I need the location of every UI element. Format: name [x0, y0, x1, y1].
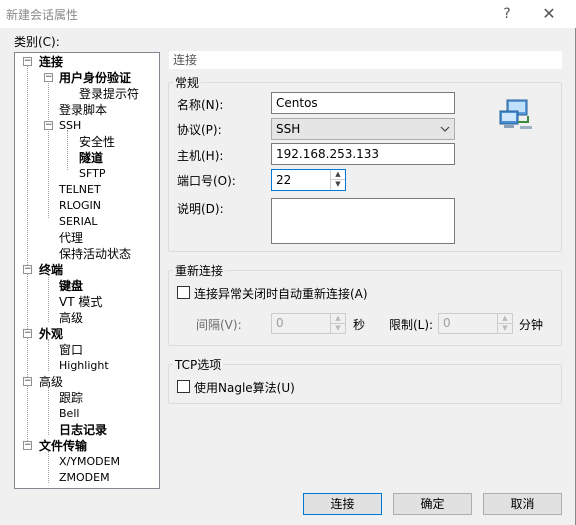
- tree-item-login-script[interactable]: 登录脚本: [59, 103, 107, 117]
- window-title: 新建会话属性: [6, 8, 79, 22]
- spin-down-icon[interactable]: ▼: [497, 323, 512, 333]
- tree-line: [48, 274, 49, 322]
- tree-line: [48, 387, 49, 435]
- tree-item-ssh[interactable]: SSH: [59, 119, 81, 133]
- network-computers-icon: [498, 98, 534, 132]
- port-stepper[interactable]: 22 ▲ ▼: [271, 169, 346, 191]
- expander-user-auth[interactable]: −: [44, 73, 53, 82]
- tree-item-keepalive[interactable]: 保持活动状态: [59, 247, 131, 261]
- panel-header: 连接: [169, 51, 562, 69]
- connect-button[interactable]: 连接: [303, 493, 382, 515]
- interval-label: 间隔(V):: [196, 318, 242, 332]
- tree-item-user-auth[interactable]: 用户身份验证: [59, 71, 131, 85]
- tree-item-advanced[interactable]: 高级: [59, 311, 83, 325]
- spin-up-icon[interactable]: ▲: [497, 314, 512, 324]
- port-spin-buttons: ▲ ▼: [330, 170, 345, 190]
- expander-advanced[interactable]: −: [23, 377, 32, 386]
- tree-item-telnet[interactable]: TELNET: [59, 183, 101, 197]
- limit-label: 限制(L):: [389, 318, 434, 332]
- cancel-button[interactable]: 取消: [483, 493, 562, 515]
- spin-up-icon[interactable]: ▲: [330, 170, 345, 180]
- tree-item-zmodem[interactable]: ZMODEM: [59, 471, 110, 485]
- protocol-select-value: SSH: [276, 122, 301, 136]
- limit-unit: 分钟: [519, 318, 544, 332]
- nagle-label[interactable]: 使用Nagle算法(U): [194, 379, 295, 396]
- tree-item-xymodem[interactable]: X/YMODEM: [59, 455, 120, 469]
- spin-down-icon[interactable]: ▼: [330, 323, 345, 333]
- reconnect-group-title: 重新连接: [173, 262, 226, 279]
- expander-terminal[interactable]: −: [23, 265, 32, 274]
- session-properties-dialog: 新建会话属性 ? ✕ 类别(C): − 连接 − 用户身份验证 登录提示符 登录…: [0, 0, 576, 525]
- host-label: 主机(H):: [177, 149, 224, 163]
- limit-spin-buttons: ▲ ▼: [497, 314, 512, 333]
- host-input[interactable]: 192.168.253.133: [271, 143, 455, 165]
- tree-item-log[interactable]: 日志记录: [59, 423, 107, 437]
- tree-item-tunnel[interactable]: 隧道: [79, 151, 103, 165]
- description-input[interactable]: [271, 198, 455, 244]
- tree-line: [48, 339, 49, 371]
- description-label: 说明(D):: [177, 202, 224, 216]
- tree-line: [48, 81, 49, 218]
- tree-item-advanced-root[interactable]: 高级: [39, 375, 63, 389]
- tree-item-sftp[interactable]: SFTP: [79, 167, 105, 181]
- protocol-label: 协议(P):: [177, 123, 222, 137]
- general-group-title: 常规: [173, 74, 202, 91]
- tree-item-login-prompt[interactable]: 登录提示符: [79, 87, 139, 101]
- tree-item-connection[interactable]: 连接: [39, 55, 63, 69]
- interval-spin-buttons: ▲ ▼: [330, 314, 345, 333]
- interval-value: 0: [276, 316, 284, 330]
- name-label: 名称(N):: [177, 98, 224, 112]
- expander-file-transfer[interactable]: −: [23, 441, 32, 450]
- expander-connection[interactable]: −: [23, 57, 32, 66]
- category-label: 类别(C):: [14, 35, 60, 49]
- auto-reconnect-checkbox[interactable]: [177, 286, 190, 299]
- tree-item-terminal[interactable]: 终端: [39, 263, 63, 277]
- tree-item-serial[interactable]: SERIAL: [59, 215, 97, 229]
- limit-value: 0: [443, 316, 451, 330]
- tree-item-file-transfer[interactable]: 文件传输: [39, 439, 87, 453]
- close-button[interactable]: ✕: [538, 4, 560, 24]
- tree-item-trace[interactable]: 跟踪: [59, 391, 83, 405]
- interval-stepper[interactable]: 0 ▲ ▼: [271, 313, 346, 334]
- protocol-select[interactable]: SSH: [271, 118, 455, 140]
- tree-line: [67, 130, 68, 170]
- nagle-checkbox[interactable]: [177, 380, 190, 393]
- spin-up-icon[interactable]: ▲: [330, 314, 345, 324]
- tree-item-keyboard[interactable]: 键盘: [59, 279, 83, 293]
- tree-item-security[interactable]: 安全性: [79, 135, 115, 149]
- title-bar: 新建会话属性 ? ✕: [0, 0, 576, 28]
- expander-appearance[interactable]: −: [23, 329, 32, 338]
- limit-stepper[interactable]: 0 ▲ ▼: [438, 313, 513, 334]
- reconnect-group: 重新连接: [168, 262, 562, 346]
- tree-line: [27, 65, 28, 445]
- tree-item-highlight[interactable]: Highlight: [59, 359, 109, 373]
- tree-item-vt-mode[interactable]: VT 模式: [59, 295, 102, 309]
- tree-item-appearance[interactable]: 外观: [39, 327, 63, 341]
- auto-reconnect-label[interactable]: 连接异常关闭时自动重新连接(A): [194, 285, 368, 302]
- tcp-options-title: TCP选项: [173, 356, 224, 373]
- tree-line: [48, 451, 49, 483]
- tree-item-bell[interactable]: Bell: [59, 407, 79, 421]
- port-label: 端口号(O):: [177, 174, 236, 188]
- help-button[interactable]: ?: [496, 4, 518, 24]
- expander-ssh[interactable]: −: [44, 121, 53, 130]
- interval-unit: 秒: [353, 318, 366, 332]
- tree-item-proxy[interactable]: 代理: [59, 231, 83, 245]
- spin-down-icon[interactable]: ▼: [330, 180, 345, 190]
- tree-item-window[interactable]: 窗口: [59, 343, 83, 357]
- name-input[interactable]: Centos: [271, 92, 455, 114]
- tree-item-rlogin[interactable]: RLOGIN: [59, 199, 101, 213]
- category-tree[interactable]: − 连接 − 用户身份验证 登录提示符 登录脚本 − SSH 安全性 隧道 SF…: [14, 52, 160, 489]
- ok-button[interactable]: 确定: [393, 493, 472, 515]
- port-value: 22: [276, 173, 292, 187]
